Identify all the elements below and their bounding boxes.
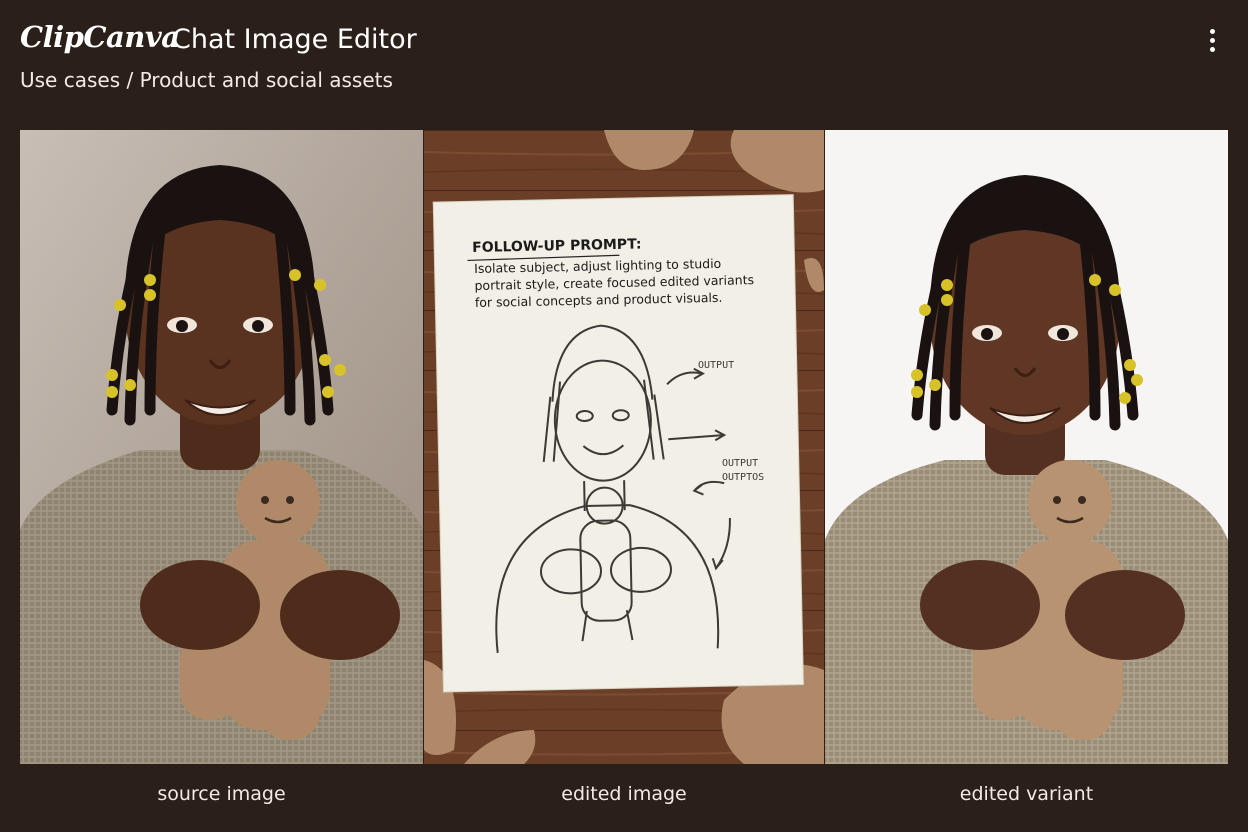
edited-image[interactable]: FOLLOW-UP PROMPT: Isolate subject, adjus… (424, 130, 824, 764)
brand-logo: ClipCanva (20, 20, 180, 54)
caption-edited-image: edited image (561, 783, 687, 805)
caption-source-image: source image (157, 783, 286, 805)
prompt-text: Isolate subject, adjust lighting to stud… (474, 253, 795, 311)
breadcrumb[interactable]: Use cases / Product and social assets (20, 68, 393, 92)
edited-variant-image[interactable] (825, 130, 1228, 764)
source-image[interactable] (20, 130, 423, 764)
more-vertical-icon[interactable] (1196, 24, 1228, 56)
caption-edited-variant: edited variant (959, 783, 1094, 805)
sketch-annotation: OUTPTOS (722, 472, 765, 483)
sketch-annotation: OUTPUT (698, 360, 735, 371)
sketch-annotation: OUTPUT (722, 458, 759, 469)
app-title: Chat Image Editor (172, 24, 417, 55)
app-header: ClipCanva Chat Image Editor Use cases / … (0, 0, 1248, 120)
